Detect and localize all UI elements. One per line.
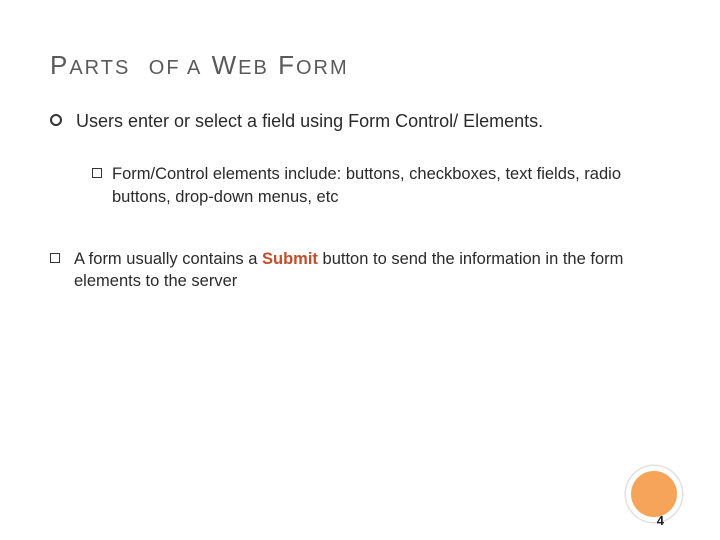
title-word-4a: F [278,50,296,80]
bullet-3-highlight: Submit [262,250,318,268]
bullet-3-text: A form usually contains a Submit button … [74,248,670,293]
title-word-3b: EB [238,57,269,79]
bullet-level-1-alt: A form usually contains a Submit button … [50,248,670,293]
page-number: 4 [657,513,664,528]
slide-title: PARTS OF A WEB FORM [50,50,670,81]
title-word-4b: ORM [296,57,349,79]
bullet-level-1: Users enter or select a field using Form… [50,109,670,133]
square-bullet-icon [50,253,60,263]
title-word-1a: P [50,50,69,80]
slide-body: Users enter or select a field using Form… [50,109,670,292]
bullet-2-text: Form/Control elements include: buttons, … [112,163,670,208]
title-word-3a: W [212,50,239,80]
bullet-level-2: Form/Control elements include: buttons, … [92,163,670,208]
slide: PARTS OF A WEB FORM Users enter or selec… [0,0,720,540]
decorative-circle-icon [626,466,682,522]
square-bullet-icon [92,168,102,178]
title-word-2: OF A [149,57,203,79]
circle-bullet-icon [50,114,62,126]
bullet-1-text: Users enter or select a field using Form… [76,109,543,133]
title-word-1b: ARTS [69,57,130,79]
bullet-3-pre: A form usually contains a [74,250,262,268]
